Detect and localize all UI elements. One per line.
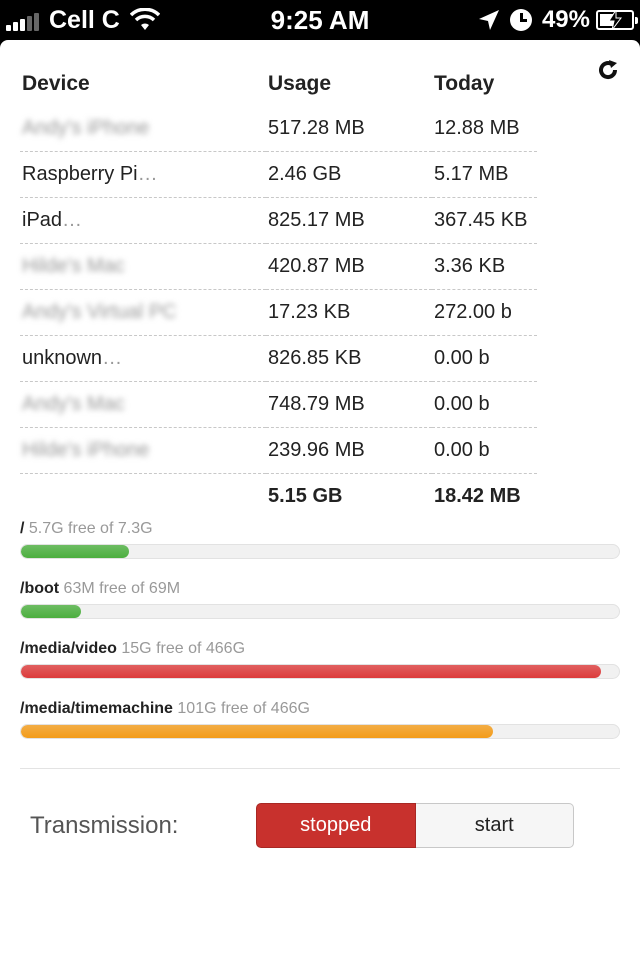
total-row: 5.15 GB 18.42 MB [20,474,537,520]
device-name: Andy's Virtual PC [22,301,177,323]
device-usage-table: Device Usage Today Andy's iPhone 517.28 … [20,62,537,519]
transmission-start-button[interactable]: start [415,803,574,848]
battery-percent: 49% [541,6,590,33]
today-value: 3.36 KB [432,243,537,290]
disk-progress-track [20,604,620,619]
disk-mount: / [20,520,25,537]
total-today: 18.42 MB [434,485,521,507]
device-name: iPad [22,209,63,231]
table-row[interactable]: Hilde's iPhone 239.96 MB 0.00 b [20,427,537,474]
device-name: Andy's Mac [22,393,125,415]
disk-free-info: 63M free of 69M [63,580,181,597]
disk-progress-bar [21,665,602,678]
today-value: 12.88 MB [432,106,537,152]
usage-value: 420.87 MB [266,243,432,290]
disk-progress-track [20,724,620,739]
device-name: Raspberry Pi [22,163,138,185]
device-name: unknown [22,347,103,369]
table-row[interactable]: Andy's Virtual PC 17.23 KB 272.00 b [20,289,537,336]
column-header-usage: Usage [268,72,332,95]
disk-free-info: 5.7G free of 7.3G [28,520,153,537]
total-usage: 5.15 GB [268,485,343,507]
usage-value: 826.85 KB [266,335,432,382]
today-value: 5.17 MB [432,151,537,198]
table-row[interactable]: Hilde's Mac 420.87 MB 3.36 KB [20,243,537,290]
disk-usage-media-video: /media/video 15G free of 466G [20,640,620,679]
usage-value: 748.79 MB [266,381,432,428]
battery-charging-icon [596,10,638,30]
usage-value: 239.96 MB [266,427,432,474]
disk-mount: /media/timemachine [20,700,173,717]
disk-progress-bar [21,545,129,558]
column-header-device: Device [22,72,90,95]
usage-value: 2.46 GB [266,151,432,198]
device-name: Hilde's iPhone [22,439,150,461]
divider [20,768,620,769]
today-value: 272.00 b [432,289,537,336]
column-header-today: Today [434,72,495,95]
transmission-label: Transmission: [30,812,179,839]
device-name: Andy's iPhone [22,117,150,139]
today-value: 0.00 b [432,381,537,428]
table-row[interactable]: unknown… 826.85 KB 0.00 b [20,335,537,382]
table-header-row: Device Usage Today [20,62,537,106]
disk-usage-media-timemachine: /media/timemachine 101G free of 466G [20,700,620,739]
disk-free-info: 101G free of 466G [177,700,310,717]
ellipsis: … [102,347,124,369]
ellipsis: … [137,163,159,185]
disk-progress-bar [21,725,494,738]
disk-progress-track [20,544,620,559]
alarm-clock-icon [509,9,532,31]
disk-mount: /boot [20,580,60,597]
device-name: Hilde's Mac [22,255,125,277]
refresh-icon[interactable] [596,58,620,82]
ellipsis: … [62,209,84,231]
today-value: 0.00 b [432,335,537,382]
table-row[interactable]: Andy's Mac 748.79 MB 0.00 b [20,381,537,428]
usage-value: 17.23 KB [266,289,432,336]
today-value: 367.45 KB [432,197,537,244]
disk-progress-track [20,664,620,679]
table-row[interactable]: iPad… 825.17 MB 367.45 KB [20,197,537,244]
disk-free-info: 15G free of 466G [121,640,246,657]
main-content: Device Usage Today Andy's iPhone 517.28 … [0,40,640,960]
usage-value: 825.17 MB [266,197,432,244]
location-arrow-icon [478,10,499,30]
transmission-stopped-button[interactable]: stopped [256,803,416,848]
disk-usage-boot: /boot 63M free of 69M [20,580,620,619]
status-bar: Cell C 9:25 AM 49% [0,0,640,40]
disk-usage-root: / 5.7G free of 7.3G [20,520,620,559]
table-row[interactable]: Raspberry Pi… 2.46 GB 5.17 MB [20,151,537,198]
table-row[interactable]: Andy's iPhone 517.28 MB 12.88 MB [20,106,537,152]
disk-progress-bar [21,605,81,618]
today-value: 0.00 b [432,427,537,474]
usage-value: 517.28 MB [266,106,432,152]
transmission-toggle: stopped start [256,803,574,848]
disk-mount: /media/video [20,640,117,657]
